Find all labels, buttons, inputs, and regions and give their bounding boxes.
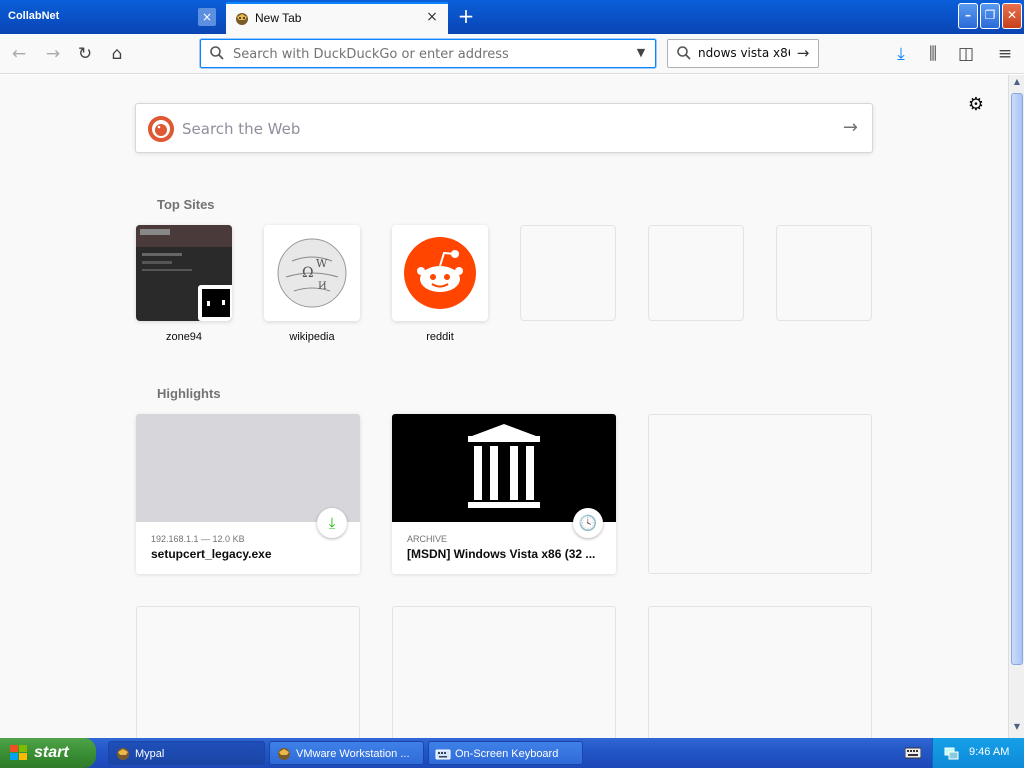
top-site-reddit[interactable] [392,225,488,321]
duckduckgo-logo-icon [148,116,174,142]
new-tab-button[interactable]: + [456,6,476,26]
tab-close-button[interactable]: × [424,9,440,25]
reload-icon[interactable]: ↻ [74,43,96,65]
vertical-scrollbar[interactable]: ▲ ▼ [1008,75,1024,738]
svg-text:W: W [316,257,328,270]
search-icon [210,46,224,60]
highlight-card[interactable]: ⤓ 192.168.1.1 — 12.0 KB setupcert_legacy… [136,414,360,574]
highlight-title: [MSDN] Windows Vista x86 (32 ... [407,547,596,561]
top-site-wikipedia[interactable]: ΩWИ [264,225,360,321]
restore-button[interactable]: ❐ [980,3,1000,29]
top-sites-heading: Top Sites [157,197,215,212]
scroll-down-icon[interactable]: ▼ [1011,722,1023,736]
downloads-icon[interactable]: ⤓ [890,43,912,65]
taskbar-item-label: On-Screen Keyboard [455,748,559,760]
internet-archive-logo-icon [468,424,540,508]
highlight-meta: ARCHIVE [407,534,448,544]
taskbar-item-vmware[interactable]: VMware Workstation ... [269,741,424,765]
tab-close-button[interactable]: × [198,8,216,26]
highlight-empty [392,606,616,738]
gear-icon[interactable]: ⚙ [966,95,986,115]
top-site-label: wikipedia [289,331,335,343]
clock: 9:46 AM [969,746,1010,758]
arrow-right-icon[interactable]: → [843,117,858,138]
mypal-icon [117,748,129,760]
svg-text:И: И [318,281,327,292]
highlight-meta: 192.168.1.1 — 12.0 KB [151,534,245,544]
web-search-box[interactable]: → [135,103,873,153]
top-site-empty [776,225,872,321]
tab-new-tab[interactable]: New Tab × [226,2,448,34]
highlight-thumbnail [392,414,616,522]
start-button[interactable]: start [0,738,96,768]
scroll-up-icon[interactable]: ▲ [1011,77,1023,91]
search-go-icon[interactable]: → [794,44,812,62]
highlight-card[interactable]: 🕓 ARCHIVE [MSDN] Windows Vista x86 (32 .… [392,414,616,574]
wikipedia-globe-icon: ΩWИ [277,238,347,308]
sidebar-icon[interactable]: ◫ [955,43,977,65]
highlight-title: setupcert_legacy.exe [151,547,272,561]
top-site-zone94[interactable] [136,225,232,321]
highlight-empty [136,606,360,738]
reddit-logo-icon [404,237,476,309]
forward-icon[interactable]: → [42,43,64,65]
web-search-input[interactable] [182,118,782,140]
start-label: start [34,744,69,761]
back-icon[interactable]: ← [8,43,30,65]
zone94-favicon [198,285,232,321]
tab-title: New Tab [255,11,302,25]
windows-flag-icon [10,745,27,760]
mypal-favicon-icon [236,13,248,25]
top-site-label: reddit [426,331,454,343]
home-icon[interactable]: ⌂ [106,43,128,65]
taskbar-item-label: VMware Workstation ... [296,748,410,760]
download-icon: ⤓ [317,508,347,538]
network-icon[interactable] [943,745,959,761]
tab-title: CollabNet [8,10,60,22]
windows-taskbar: start Mypal VMware Workstation ... On-Sc… [0,738,1024,768]
top-site-label: zone94 [165,331,203,343]
highlight-empty [648,414,872,574]
close-window-button[interactable]: ✕ [1002,3,1022,29]
minimize-button[interactable]: – [958,3,978,29]
top-site-empty [520,225,616,321]
search-icon [677,46,691,60]
chevron-down-icon[interactable]: ▼ [633,45,649,61]
tab-collabnet[interactable]: CollabNet × [0,0,224,34]
search-box-value: ndows vista x86 [698,46,790,60]
library-icon[interactable]: ⫼ [922,43,944,65]
svg-text:Ω: Ω [302,265,314,281]
highlight-empty [648,606,872,738]
highlight-thumbnail [136,414,360,522]
taskbar-item-osk[interactable]: On-Screen Keyboard [428,741,583,765]
tab-strip: CollabNet × New Tab × + – ❐ ✕ [0,0,1024,34]
new-tab-page: ⚙ → Top Sites zone94 ΩWИ wikipedia reddi… [0,75,1008,738]
keyboard-tray-icon[interactable] [905,747,921,759]
system-tray: 9:46 AM [932,738,1024,768]
highlights-heading: Highlights [157,386,221,401]
search-box[interactable]: ndows vista x86 → [667,39,819,68]
address-bar[interactable]: ▼ [200,39,656,68]
top-site-empty [648,225,744,321]
menu-icon[interactable]: ≡ [994,43,1016,65]
scrollbar-thumb[interactable] [1011,93,1023,665]
address-input[interactable] [233,44,623,64]
clock-icon: 🕓 [573,508,603,538]
keyboard-icon [435,749,451,760]
vmware-icon [278,748,290,760]
window-controls: – ❐ ✕ [958,3,1022,29]
navigation-toolbar: ← → ↻ ⌂ ▼ ndows vista x86 → ⤓ ⫼ ◫ ≡ [0,34,1024,74]
taskbar-item-mypal[interactable]: Mypal [108,741,265,765]
taskbar-item-label: Mypal [135,748,165,760]
